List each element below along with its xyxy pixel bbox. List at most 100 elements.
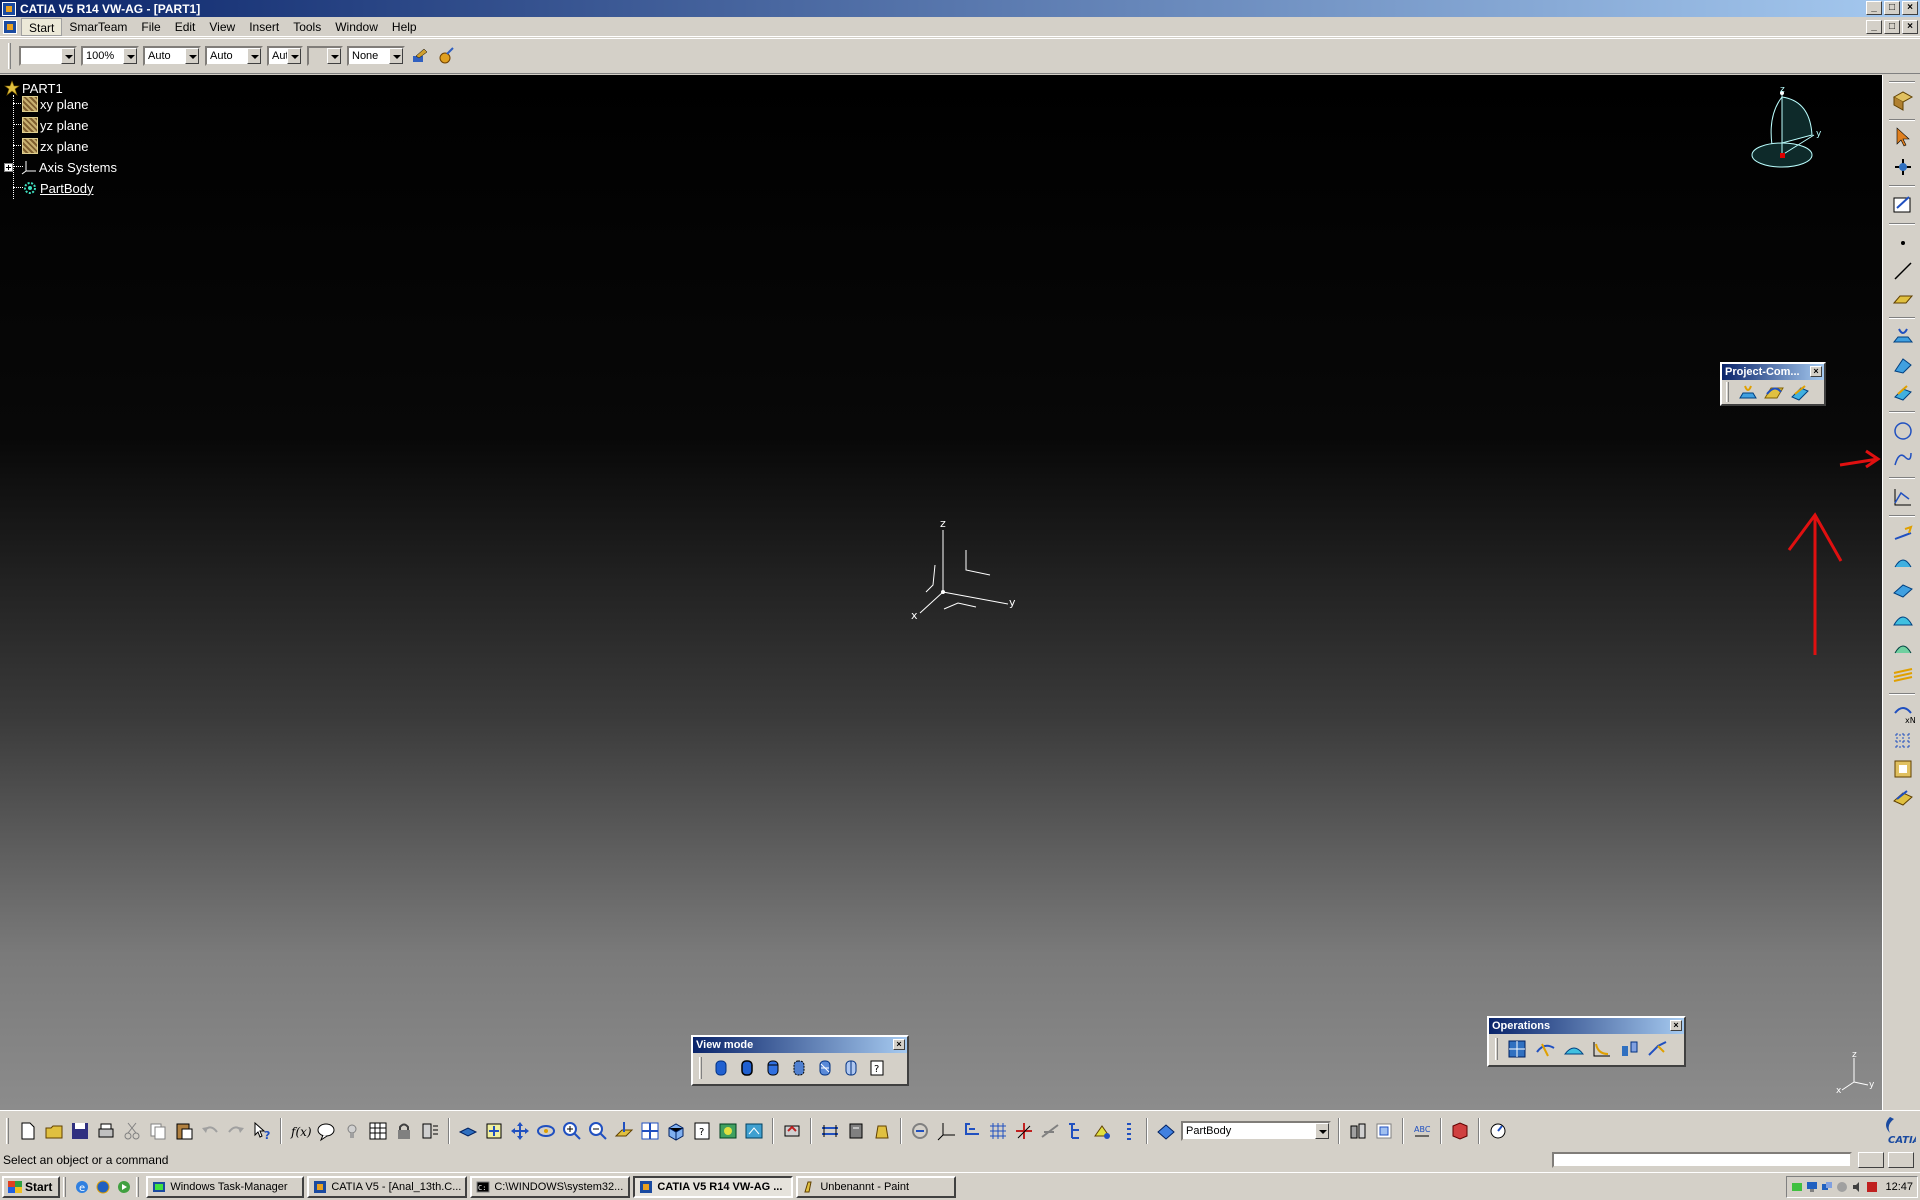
pointstyle-combo[interactable]: Aut — [267, 46, 303, 66]
iso-view-icon[interactable] — [665, 1120, 687, 1142]
expand-plus-icon[interactable] — [4, 162, 13, 172]
projection-icon[interactable] — [1737, 382, 1759, 402]
browser-quicklaunch-icon[interactable] — [94, 1178, 112, 1196]
chevron-down-icon[interactable] — [389, 48, 403, 64]
zoom-in-icon[interactable] — [561, 1120, 583, 1142]
close-icon[interactable]: × — [893, 1039, 905, 1050]
menu-help[interactable]: Help — [385, 18, 424, 36]
measure-item-icon[interactable] — [845, 1120, 867, 1142]
projection-tool-icon[interactable] — [1891, 325, 1915, 349]
network-status-icon[interactable] — [1821, 1181, 1833, 1193]
network-icon[interactable] — [1791, 1181, 1803, 1193]
chevron-down-icon[interactable] — [247, 48, 261, 64]
tree-item-partbody[interactable]: PartBody — [22, 179, 93, 197]
axis-system-tool-icon[interactable] — [935, 1120, 957, 1142]
toolbar-grip[interactable] — [699, 1057, 702, 1079]
menu-file[interactable]: File — [134, 18, 167, 36]
swap-visible-space-icon[interactable] — [743, 1120, 765, 1142]
undo-icon[interactable] — [199, 1120, 221, 1142]
document-icon[interactable] — [3, 19, 17, 34]
chevron-down-icon[interactable] — [123, 48, 137, 64]
clock[interactable]: 12:47 — [1885, 1181, 1913, 1193]
knowledge-advisor-icon[interactable] — [315, 1120, 337, 1142]
spline-icon[interactable] — [1891, 447, 1915, 471]
line-icon[interactable] — [1891, 259, 1915, 283]
revolve-icon[interactable] — [1891, 551, 1915, 575]
menu-tools[interactable]: Tools — [286, 18, 328, 36]
translate-icon[interactable] — [1618, 1038, 1642, 1060]
shading-icon[interactable] — [710, 1057, 732, 1079]
whats-this-icon[interactable]: ? — [251, 1120, 273, 1142]
join-icon[interactable] — [1506, 1038, 1530, 1060]
menu-insert[interactable]: Insert — [242, 18, 286, 36]
status-button-1[interactable] — [1858, 1152, 1884, 1168]
painter-icon[interactable] — [409, 45, 431, 67]
reflect-lines-icon[interactable] — [1789, 382, 1811, 402]
catia-app-icon[interactable] — [2, 1, 16, 16]
paste-icon[interactable] — [173, 1120, 195, 1142]
redo-icon[interactable] — [225, 1120, 247, 1142]
quick-select-icon[interactable] — [1091, 1120, 1113, 1142]
task-paint[interactable]: Unbenannt - Paint — [796, 1175, 957, 1198]
command-input[interactable] — [1552, 1152, 1852, 1168]
menu-window[interactable]: Window — [328, 18, 385, 36]
color-combo[interactable] — [19, 46, 77, 66]
tree-item-yz-plane[interactable]: yz plane — [22, 116, 88, 134]
copy-icon[interactable] — [147, 1120, 169, 1142]
shading-material-icon[interactable] — [814, 1057, 836, 1079]
fit-all-icon[interactable] — [483, 1120, 505, 1142]
volume-icon[interactable] — [1851, 1181, 1863, 1193]
save-icon[interactable] — [69, 1120, 91, 1142]
update-icon[interactable] — [781, 1120, 803, 1142]
combine-icon[interactable] — [1763, 382, 1785, 402]
shading-with-edges-icon[interactable] — [736, 1057, 758, 1079]
multi-view-icon[interactable] — [639, 1120, 661, 1142]
repetition-grid-icon[interactable] — [1891, 729, 1915, 753]
instantiate-icon[interactable] — [1373, 1120, 1395, 1142]
tree-expand-icon[interactable] — [961, 1120, 983, 1142]
intersection-icon[interactable] — [1891, 353, 1915, 377]
snap-icon[interactable] — [1891, 155, 1915, 179]
customize-view-icon[interactable]: ? — [866, 1057, 888, 1079]
multi-section-surface-icon[interactable] — [1891, 663, 1915, 687]
chevron-down-icon[interactable] — [327, 48, 341, 64]
define-in-work-object-icon[interactable] — [1155, 1120, 1177, 1142]
extrapolate-icon[interactable] — [1646, 1038, 1670, 1060]
shading-hidden-edges-icon[interactable] — [788, 1057, 810, 1079]
catalog-icon[interactable] — [1891, 757, 1915, 781]
extrude-icon[interactable] — [1891, 523, 1915, 547]
fillet-icon[interactable] — [1590, 1038, 1614, 1060]
shading-edges-no-smooth-icon[interactable] — [762, 1057, 784, 1079]
chevron-down-icon[interactable] — [287, 48, 301, 64]
menu-start[interactable]: Start — [21, 17, 63, 36]
wireframe-icon[interactable] — [840, 1057, 862, 1079]
measure-inertia-icon[interactable] — [871, 1120, 893, 1142]
close-icon[interactable]: × — [1670, 1020, 1682, 1031]
extract-icon[interactable] — [1562, 1038, 1586, 1060]
body-list-icon[interactable] — [1117, 1120, 1139, 1142]
design-table-icon[interactable] — [367, 1120, 389, 1142]
text-annotation-icon[interactable]: ABC — [1411, 1120, 1433, 1142]
toolbar-grip[interactable] — [8, 43, 11, 69]
toolbar-grip[interactable] — [6, 1117, 9, 1144]
normal-view-icon[interactable] — [613, 1120, 635, 1142]
cut-icon[interactable] — [121, 1120, 143, 1142]
operations-title[interactable]: Operations × — [1489, 1018, 1684, 1034]
connect-checker-icon[interactable] — [909, 1120, 931, 1142]
rendering-style-combo[interactable] — [307, 46, 343, 66]
fill-icon[interactable] — [1891, 635, 1915, 659]
chevron-down-icon[interactable] — [1315, 1122, 1329, 1139]
current-body-combo[interactable]: PartBody — [1181, 1120, 1331, 1141]
tree-item-zx-plane[interactable]: zx plane — [22, 137, 88, 155]
toolbar-grip[interactable] — [1726, 382, 1729, 402]
transparency-combo[interactable]: 100% — [81, 46, 139, 66]
view-mode-title[interactable]: View mode × — [693, 1037, 907, 1053]
chevron-down-icon[interactable] — [185, 48, 199, 64]
tree-item-axis-systems[interactable]: Axis Systems — [4, 158, 117, 176]
minimize-button[interactable]: _ — [1866, 1, 1882, 15]
lamp-icon[interactable] — [341, 1120, 363, 1142]
menu-view[interactable]: View — [202, 18, 242, 36]
lock-icon[interactable] — [393, 1120, 415, 1142]
chevron-down-icon[interactable] — [61, 48, 75, 64]
sketch-icon[interactable] — [1891, 193, 1915, 217]
